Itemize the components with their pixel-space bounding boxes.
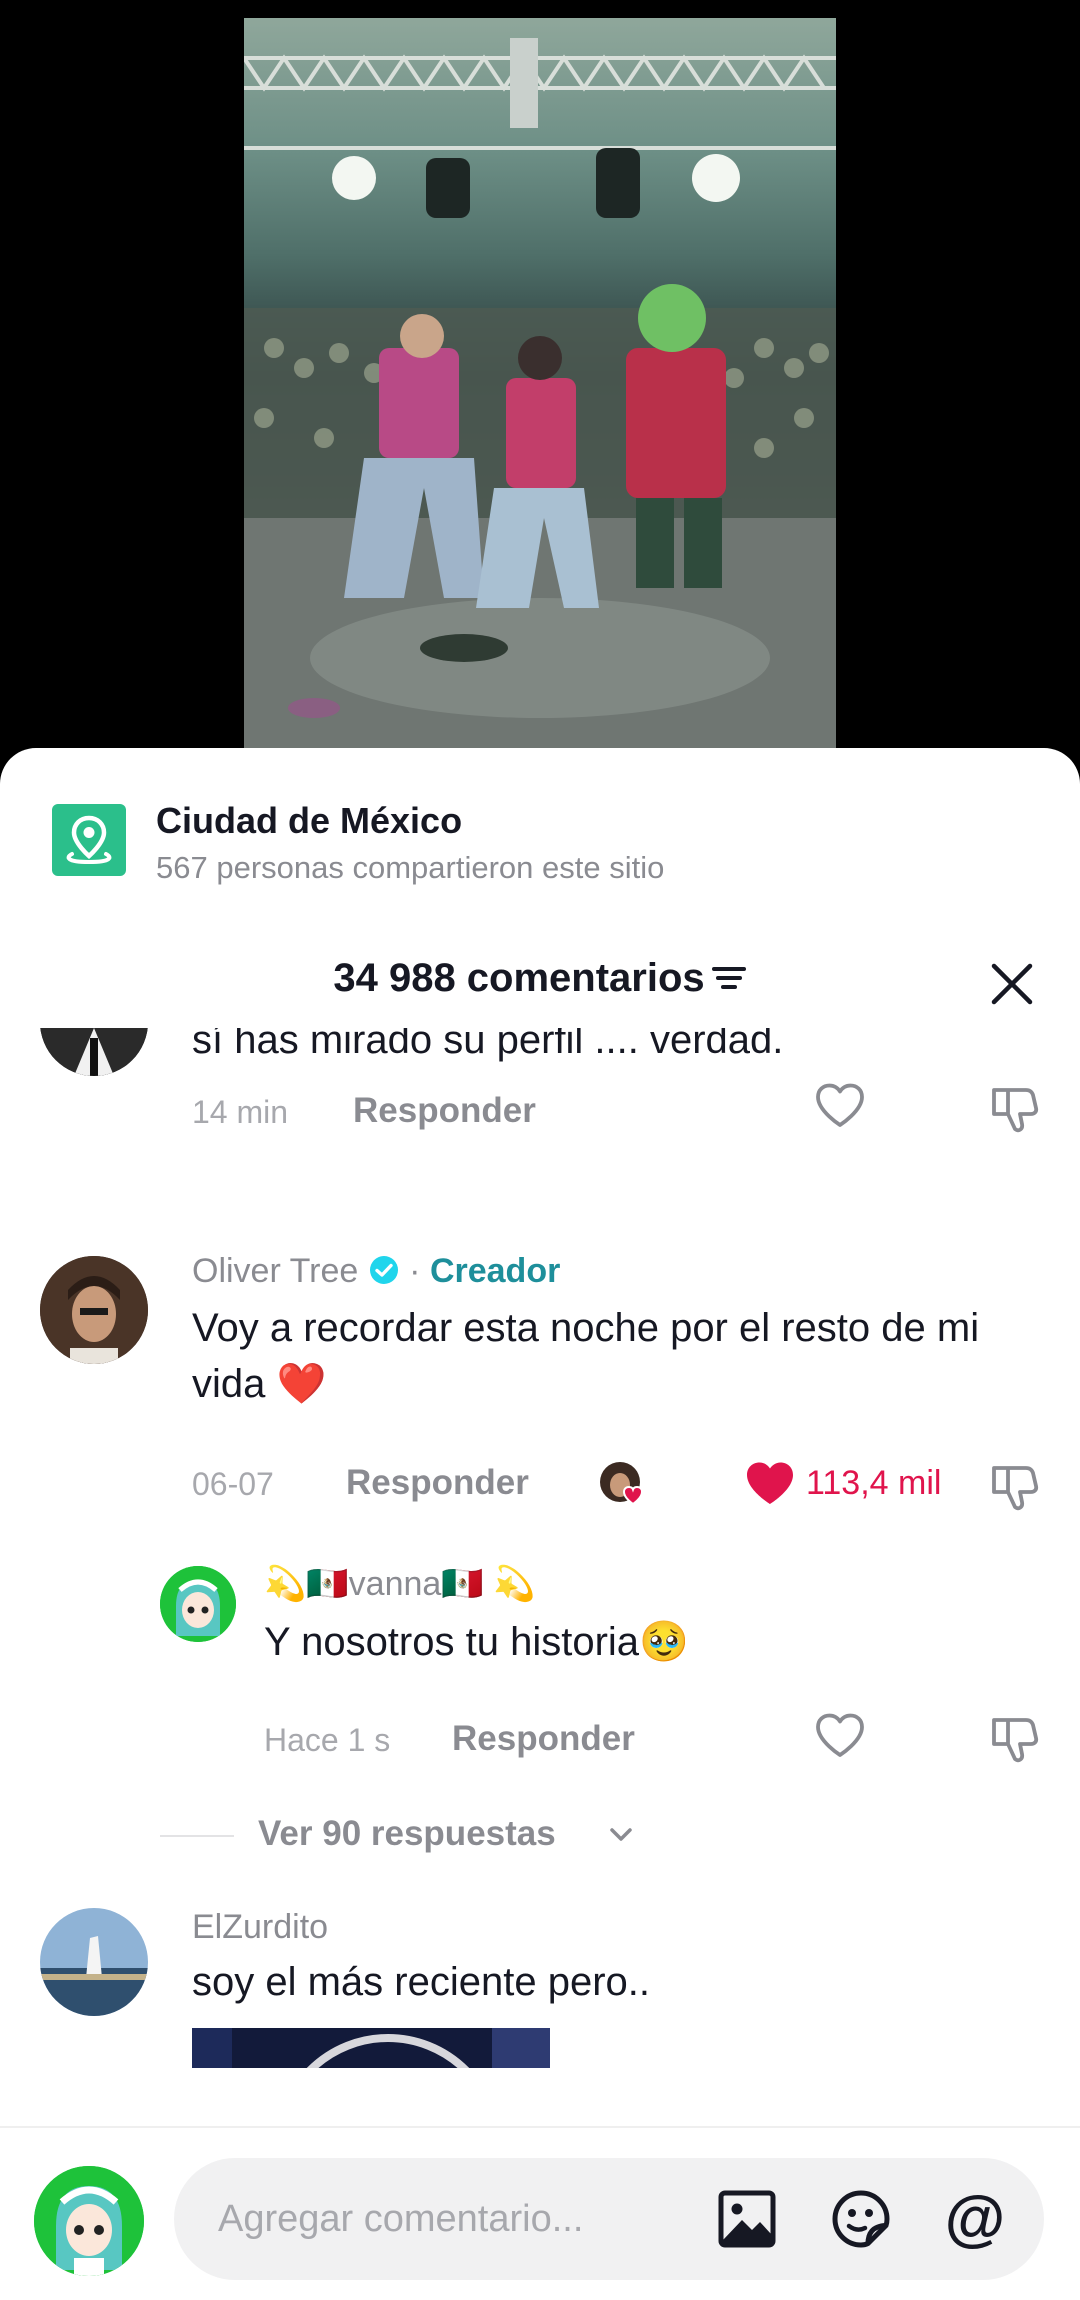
thumbs-down-icon bbox=[992, 1466, 1039, 1511]
location-pin-icon bbox=[52, 804, 126, 876]
comment-username[interactable]: ElZurdito bbox=[192, 1908, 328, 1947]
like-button[interactable] bbox=[812, 1078, 868, 1134]
reply-time: Hace 1 s bbox=[264, 1722, 391, 1758]
video-player[interactable] bbox=[0, 0, 1080, 760]
dislike-button[interactable] bbox=[986, 1458, 1042, 1514]
view-replies-label: Ver 90 respuestas bbox=[258, 1814, 556, 1853]
chevron-down-icon bbox=[606, 1820, 636, 1855]
comments-header: 34 988 comentarios bbox=[0, 948, 1080, 1018]
comments-sheet: Ciudad de México 567 personas compartier… bbox=[0, 748, 1080, 2300]
comment-time: 06-07 bbox=[192, 1466, 274, 1502]
like-count: 113,4 mil bbox=[806, 1464, 942, 1502]
comments-count[interactable]: 34 988 comentarios bbox=[0, 956, 1080, 1003]
creator-badge: Creador bbox=[429, 1252, 561, 1290]
video-frame[interactable] bbox=[244, 18, 836, 760]
mention-symbol: @ bbox=[944, 2184, 1006, 2253]
comment-input-bar: @ bbox=[0, 2126, 1080, 2300]
comment-username[interactable]: Oliver Tree bbox=[192, 1252, 358, 1290]
avatar[interactable] bbox=[40, 1028, 148, 1076]
comment-text: sí has mirado su perfil .... verdad. bbox=[192, 1028, 784, 1062]
verified-badge-icon bbox=[368, 1254, 400, 1295]
username-separator: · bbox=[409, 1252, 421, 1290]
image-icon[interactable] bbox=[714, 2186, 780, 2252]
avatar[interactable] bbox=[40, 1256, 148, 1364]
comment-input-container[interactable]: @ bbox=[174, 2158, 1044, 2280]
thumbs-down-icon bbox=[992, 1088, 1039, 1133]
heart-filled-icon bbox=[747, 1462, 793, 1504]
comment-image[interactable] bbox=[192, 2028, 550, 2068]
location-subtitle: 567 personas compartieron este sitio bbox=[156, 850, 665, 885]
comment-list[interactable]: sí has mirado su perfil .... verdad. 14 … bbox=[0, 1028, 1080, 2068]
location-banner[interactable]: Ciudad de México 567 personas compartier… bbox=[52, 796, 1032, 885]
dislike-button[interactable] bbox=[986, 1710, 1042, 1766]
creator-liked-avatar bbox=[598, 1460, 650, 1512]
view-replies-button[interactable]: Ver 90 respuestas bbox=[160, 1810, 680, 1860]
comment-username-line: Oliver Tree · Creador bbox=[192, 1252, 560, 1295]
mention-icon[interactable]: @ bbox=[942, 2186, 1008, 2252]
avatar[interactable] bbox=[160, 1566, 236, 1642]
close-button[interactable] bbox=[984, 956, 1040, 1012]
divider-line bbox=[160, 1835, 234, 1837]
comment-time: 14 min bbox=[192, 1094, 289, 1130]
comment-text: Voy a recordar esta noche por el resto d… bbox=[192, 1306, 980, 1406]
location-title: Ciudad de México bbox=[156, 800, 463, 841]
dislike-button[interactable] bbox=[986, 1080, 1042, 1136]
comment-text: soy el más reciente pero.. bbox=[192, 1960, 650, 2004]
like-button[interactable] bbox=[812, 1708, 868, 1764]
heart-outline-icon bbox=[816, 1713, 864, 1757]
reply-username[interactable]: 💫🇲🇽vanna🇲🇽 💫 bbox=[264, 1564, 535, 1604]
concert-video-still bbox=[244, 38, 836, 760]
thumbs-down-icon bbox=[992, 1718, 1039, 1763]
current-user-avatar[interactable] bbox=[34, 2166, 144, 2276]
heart-outline-icon bbox=[816, 1083, 864, 1127]
like-button[interactable] bbox=[742, 1456, 798, 1512]
sort-icon[interactable] bbox=[711, 958, 747, 1003]
comment-input[interactable] bbox=[218, 2188, 698, 2250]
reply-text: Y nosotros tu historia🥹 bbox=[264, 1620, 689, 1664]
reply-button[interactable]: Responder bbox=[346, 1463, 529, 1503]
reply-button[interactable]: Responder bbox=[452, 1719, 635, 1759]
comments-count-label: 34 988 comentarios bbox=[333, 956, 705, 1000]
reply-button[interactable]: Responder bbox=[353, 1091, 536, 1131]
close-icon bbox=[991, 963, 1033, 1005]
avatar[interactable] bbox=[40, 1908, 148, 2016]
sticker-icon[interactable] bbox=[828, 2186, 894, 2252]
